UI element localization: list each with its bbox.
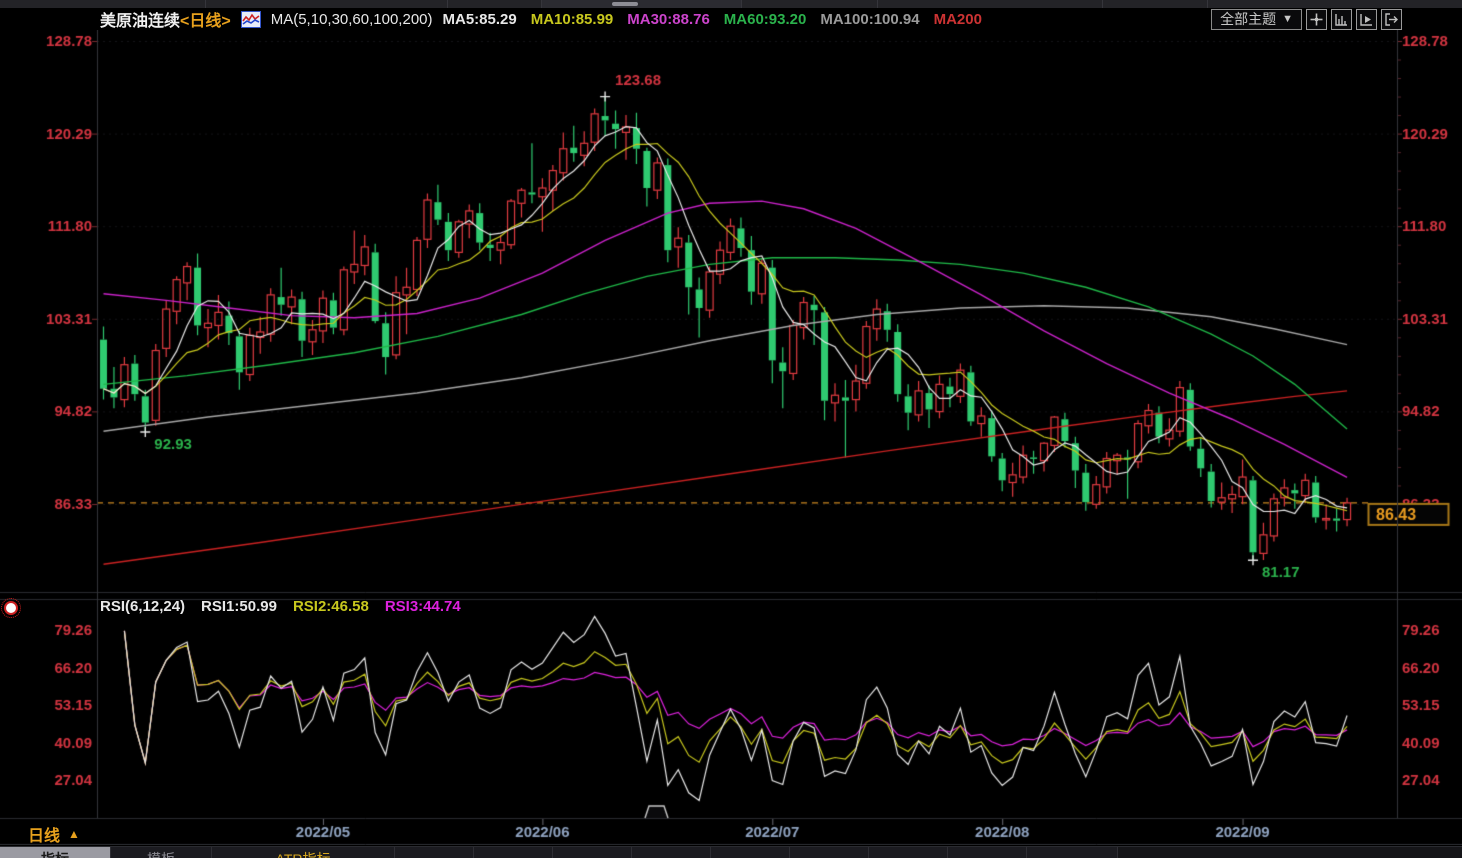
bottom-tab-1[interactable]: 模板 — [111, 847, 212, 858]
ma-formula: MA(5,10,30,60,100,200) — [270, 10, 433, 28]
symbol-name: 美原油连续 — [100, 13, 181, 30]
period-label-text: 日线 — [28, 828, 61, 845]
rsi-values: RSI1:50.99 RSI2:46.58 RSI3:44.74 — [201, 598, 461, 615]
indicator-tab-strip: 指标模板ATR指标 — [0, 846, 1462, 858]
symbol-title: 美原油连续<日线> — [100, 7, 231, 31]
bottom-tab-11[interactable] — [1027, 847, 1118, 858]
ma-value-1: MA10:85.99 — [530, 10, 614, 28]
bottom-tab-4[interactable] — [474, 847, 553, 858]
ma-value-2: MA30:88.76 — [627, 10, 710, 28]
rsi-formula: RSI(6,12,24) — [100, 598, 186, 615]
theme-dropdown-button[interactable]: 全部主题 ▼ — [1211, 8, 1302, 30]
crosshair-icon[interactable] — [1306, 8, 1327, 30]
chart-header-bar: 美原油连续<日线> MA(5,10,30,60,100,200) MA5:85.… — [0, 8, 1462, 30]
chevron-down-icon: ▼ — [1282, 13, 1293, 25]
ma-value-3: MA60:93.20 — [723, 10, 807, 28]
period-tag: <日线> — [180, 13, 231, 30]
period-selector[interactable]: 日线 ▲ — [28, 822, 80, 846]
bottom-tab-3[interactable] — [395, 847, 474, 858]
ma-value-5: MA200 — [933, 10, 982, 28]
bottom-tab-6[interactable] — [632, 847, 711, 858]
bottom-tab-0[interactable]: 指标 — [0, 847, 111, 858]
header-left: 美原油连续<日线> MA(5,10,30,60,100,200) MA5:85.… — [0, 7, 982, 31]
bottom-tab-5[interactable] — [553, 847, 632, 858]
rsi-value-1: RSI2:46.58 — [292, 598, 369, 615]
exit-pane-icon[interactable] — [1381, 8, 1402, 30]
bottom-tab-8[interactable] — [790, 847, 869, 858]
theme-dropdown-label: 全部主题 — [1220, 11, 1277, 27]
rsi-value-2: RSI3:44.74 — [384, 598, 461, 615]
bottom-tab-9[interactable] — [869, 847, 948, 858]
axis-scale-icon[interactable] — [1331, 8, 1352, 30]
bottom-tab-2[interactable]: ATR指标 — [212, 847, 395, 858]
ma-value-0: MA5:85.29 — [442, 10, 517, 28]
price-chart-canvas[interactable] — [0, 30, 1462, 845]
ma-value-4: MA100:100.94 — [820, 10, 920, 28]
mini-chart-icon — [240, 10, 261, 28]
trading-app: { "header": { "symbol": "美原油连续", "period… — [0, 0, 1462, 858]
alert-dot-icon[interactable] — [1, 598, 21, 618]
bottom-tab-10[interactable] — [948, 847, 1027, 858]
axis-pointer-icon[interactable] — [1356, 8, 1377, 30]
rsi-header: RSI(6,12,24) RSI1:50.99 RSI2:46.58 RSI3:44… — [100, 598, 461, 615]
caret-up-icon: ▲ — [68, 827, 80, 841]
header-right: 全部主题 ▼ — [1211, 8, 1462, 30]
bottom-tab-7[interactable] — [711, 847, 790, 858]
ma-values: MA5:85.29 MA10:85.99 MA30:88.76 MA60:93.20 M… — [443, 11, 982, 28]
rsi-value-0: RSI1:50.99 — [201, 598, 277, 615]
